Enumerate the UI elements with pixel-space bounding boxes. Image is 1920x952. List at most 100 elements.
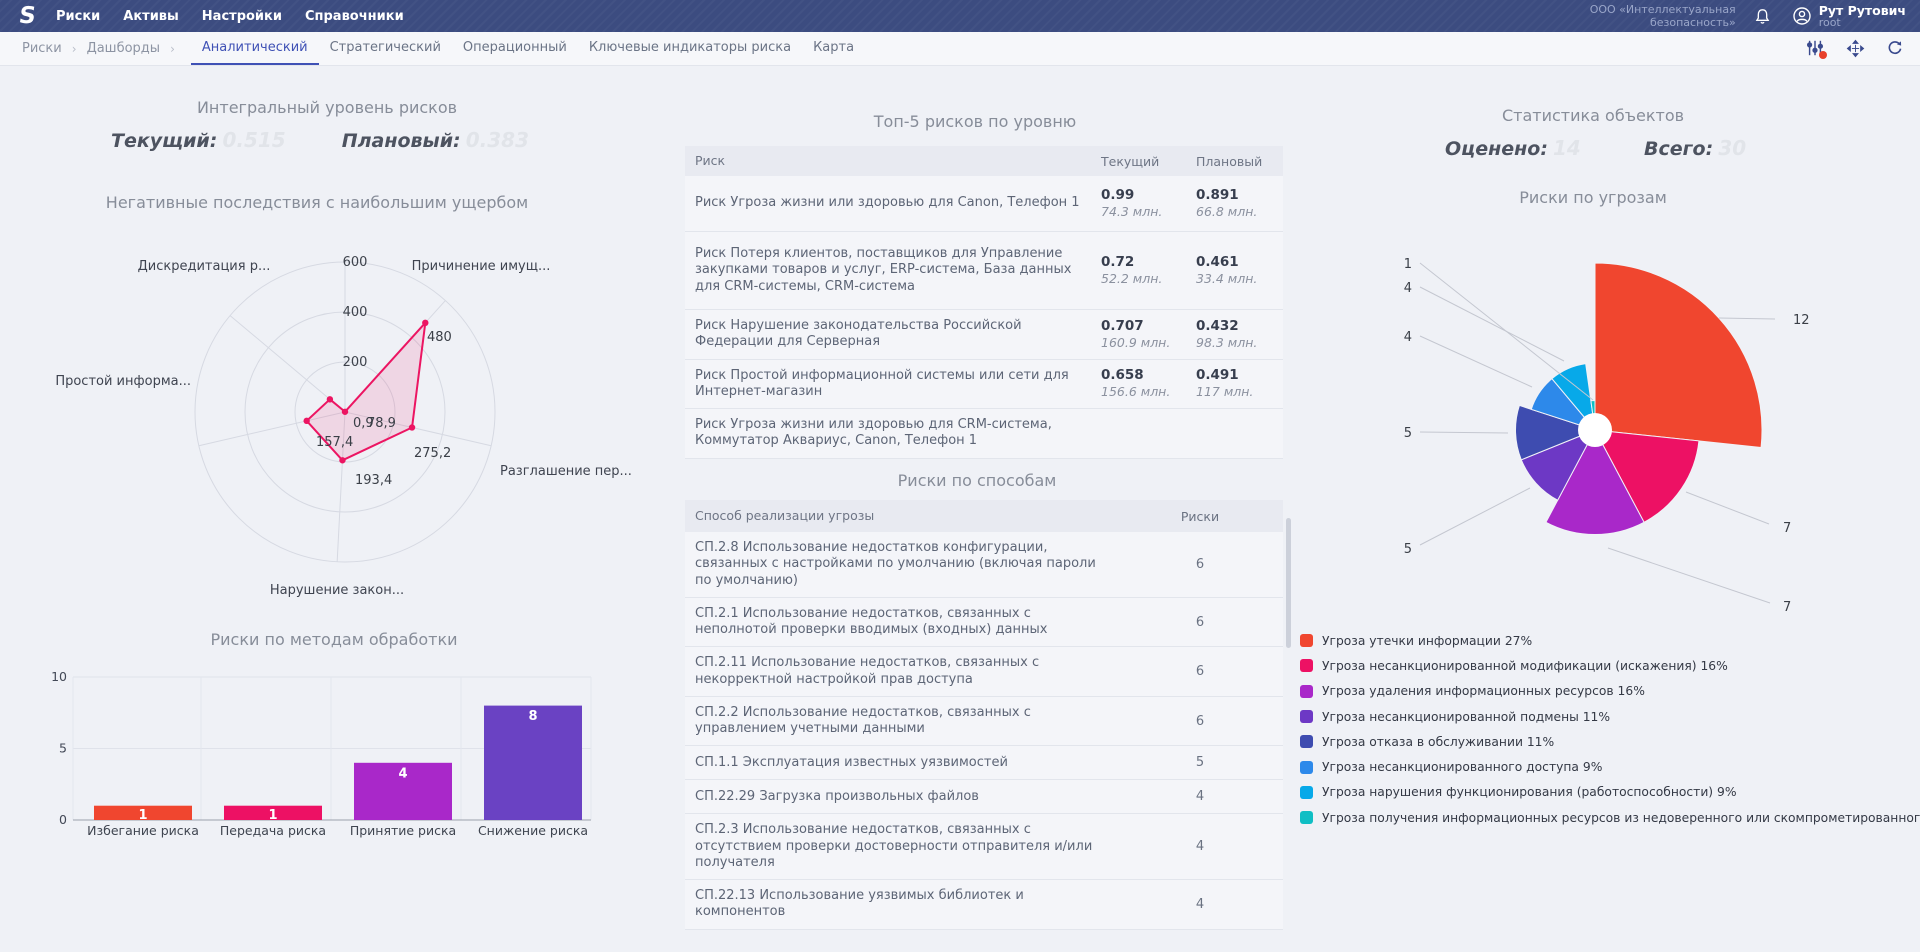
legend-item[interactable]: Угроза несанкционированной модификации (… [1300, 653, 1918, 678]
avatar-icon [1792, 6, 1812, 26]
refresh-icon[interactable] [1886, 39, 1906, 59]
svg-text:Принятие риска: Принятие риска [350, 823, 456, 838]
risk-money: 74.3 млн. [1101, 204, 1196, 220]
tab-1[interactable]: Стратегический [319, 32, 452, 65]
table-row[interactable]: СП.2.2 Использование недостатков, связан… [685, 697, 1283, 747]
svg-text:200: 200 [343, 355, 368, 370]
risk-values: 0.7252.2 млн. [1101, 254, 1196, 287]
company-name: ООО «Интеллектуальная безопасность» [1590, 3, 1736, 29]
svg-text:600: 600 [343, 255, 368, 270]
risk-name: Риск Нарушение законодательства Российск… [685, 310, 1101, 359]
rose-pie-chart[interactable]: 127755441 [1320, 200, 1920, 625]
legend-item[interactable]: Угроза несанкционированного доступа 9% [1300, 754, 1918, 779]
filter-icon[interactable] [1806, 39, 1826, 59]
legend-item[interactable]: Угроза утечки информации 27% [1300, 628, 1918, 653]
table-row[interactable]: Риск Угроза жизни или здоровью для Canon… [685, 176, 1283, 232]
integral-current: Текущий: 0.515 [111, 128, 286, 152]
risk-value: 0.72 [1101, 254, 1196, 271]
risk-values: 0.707160.9 млн. [1101, 318, 1196, 351]
risk-money: 98.3 млн. [1196, 335, 1283, 351]
table-row[interactable]: СП.2.1 Использование недостатков, связан… [685, 598, 1283, 648]
table-row[interactable]: Риск Потеря клиентов, поставщиков для Уп… [685, 232, 1283, 310]
legend-item[interactable]: Угроза нарушения функционирования (работ… [1300, 780, 1918, 805]
risk-value: 0.461 [1196, 254, 1283, 271]
svg-text:Снижение риска: Снижение риска [478, 823, 588, 838]
radar-chart[interactable]: 200400600Причинение имущ...Разглашение п… [30, 230, 650, 610]
risk-value: 0.707 [1101, 318, 1196, 335]
risk-values: 0.9974.3 млн. [1101, 187, 1196, 220]
table-row[interactable]: СП.22.13 Использование уязвимых библиоте… [685, 880, 1283, 930]
table-row[interactable]: Риск Простой информационной системы или … [685, 360, 1283, 410]
svg-text:78,9: 78,9 [367, 416, 396, 431]
bar-chart[interactable]: 05101Избегание риска1Передача риска4Прин… [40, 652, 620, 852]
risk-name: Риск Потеря клиентов, поставщиков для Уп… [685, 238, 1101, 303]
stats-total: Всего: 30 [1644, 136, 1746, 160]
table-row[interactable]: Риск Угроза жизни или здоровью для CRM-с… [685, 409, 1283, 459]
menu-item-3[interactable]: Справочники [305, 9, 404, 24]
table-row[interactable]: СП.2.3 Использование недостатков, связан… [685, 814, 1283, 880]
legend-label: Угроза отказа в обслуживании 11% [1322, 735, 1554, 749]
table-row[interactable]: СП.22.29 Загрузка произвольных файлов4 [685, 780, 1283, 814]
legend-item[interactable]: Угроза несанкционированной подмены 11% [1300, 704, 1918, 729]
risk-name: Риск Угроза жизни или здоровью для Canon… [685, 187, 1101, 219]
method-risk-count: 6 [1117, 615, 1283, 630]
method-name: СП.1.1 Эксплуатация известных уязвимосте… [685, 747, 1117, 779]
method-risk-count: 6 [1117, 714, 1283, 729]
svg-text:1: 1 [268, 808, 277, 823]
user-role: root [1819, 17, 1906, 29]
methods-scrollbar[interactable] [1286, 518, 1291, 648]
notifications-bell-icon[interactable] [1752, 5, 1774, 27]
table-row[interactable]: Риск Нарушение законодательства Российск… [685, 310, 1283, 360]
user-name: Рут Рутович [1819, 4, 1906, 17]
top5-table-header: Риск Текущий Плановый [685, 146, 1283, 176]
risk-money: 52.2 млн. [1101, 271, 1196, 287]
move-icon[interactable] [1846, 39, 1866, 59]
tab-2[interactable]: Операционный [452, 32, 578, 65]
radar-title: Негативные последствия с наибольшим ущер… [67, 193, 567, 212]
tab-0[interactable]: Аналитический [191, 32, 319, 65]
risk-money: 117 млн. [1196, 384, 1283, 400]
menu-item-2[interactable]: Настройки [202, 9, 282, 24]
svg-text:7: 7 [1783, 521, 1791, 536]
svg-text:400: 400 [343, 305, 368, 320]
risk-value: 0.432 [1196, 318, 1283, 335]
svg-text:5: 5 [1404, 542, 1412, 557]
risk-name: Риск Простой информационной системы или … [685, 360, 1101, 409]
brand-logo-icon[interactable]: S [10, 0, 44, 32]
tab-3[interactable]: Ключевые индикаторы риска [578, 32, 802, 65]
legend-label: Угроза несанкционированного доступа 9% [1322, 760, 1602, 774]
risk-values: 0.89166.8 млн. [1196, 187, 1283, 220]
svg-text:0: 0 [59, 812, 67, 827]
breadcrumb-item[interactable]: Риски [22, 41, 62, 56]
top-navbar: S Риски Активы Настройки Справочники ООО «И… [0, 0, 1920, 32]
method-risk-count: 5 [1117, 755, 1283, 770]
svg-text:5: 5 [59, 741, 67, 756]
tab-4[interactable]: Карта [802, 32, 865, 65]
risk-dashboard: S Риски Активы Настройки Справочники ООО «И… [0, 0, 1920, 952]
svg-text:1: 1 [138, 808, 147, 823]
bar-title: Риски по методам обработки [84, 630, 584, 649]
svg-text:Разглашение пер...: Разглашение пер... [500, 464, 632, 479]
svg-text:Передача риска: Передача риска [220, 823, 326, 838]
legend-item[interactable]: Угроза удаления информационных ресурсов … [1300, 679, 1918, 704]
risk-values: 0.491117 млн. [1196, 367, 1283, 400]
user-menu[interactable]: Рут Рутович root [1792, 4, 1906, 29]
breadcrumb-item[interactable]: Дашборды [87, 41, 161, 56]
stats-title: Статистика объектов [1343, 106, 1843, 125]
table-row[interactable]: СП.2.11 Использование недостатков, связа… [685, 647, 1283, 697]
integral-title: Интегральный уровень рисков [77, 98, 577, 117]
svg-text:480: 480 [427, 330, 452, 345]
table-row[interactable]: СП.1.1 Эксплуатация известных уязвимосте… [685, 746, 1283, 780]
table-row[interactable]: СП.2.8 Использование недостатков конфигу… [685, 532, 1283, 598]
menu-item-0[interactable]: Риски [56, 9, 100, 24]
svg-text:Нарушение закон...: Нарушение закон... [270, 583, 404, 598]
svg-text:12: 12 [1793, 313, 1810, 328]
methods-table-header: Способ реализации угрозы Риски [685, 500, 1283, 532]
menu-item-1[interactable]: Активы [123, 9, 179, 24]
legend-swatch [1300, 735, 1313, 748]
method-risk-count: 6 [1117, 664, 1283, 679]
svg-text:4: 4 [1404, 281, 1412, 296]
legend-item[interactable]: Угроза получения информационных ресурсов… [1300, 805, 1918, 830]
filter-badge [1819, 51, 1827, 59]
legend-item[interactable]: Угроза отказа в обслуживании 11% [1300, 729, 1918, 754]
